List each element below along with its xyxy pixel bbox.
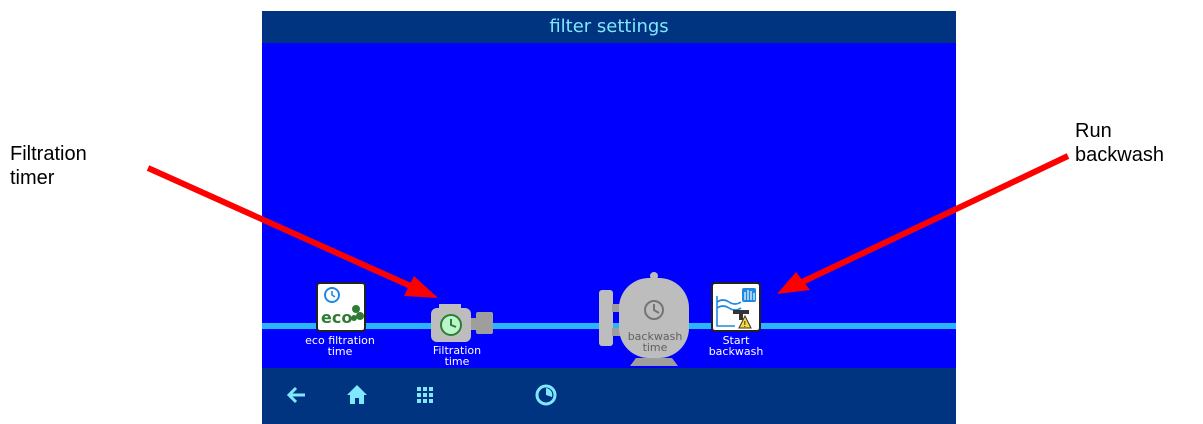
eco-label-line2: time — [327, 345, 353, 358]
menu-grid-button[interactable] — [408, 378, 442, 412]
annotation-left: Filtration timer — [10, 142, 87, 190]
grid-menu-icon — [417, 387, 433, 403]
bottom-nav-bar — [262, 368, 956, 424]
back-button[interactable] — [280, 378, 314, 412]
timer-status-icon — [535, 384, 557, 406]
eco-timer-icon: eco — [316, 282, 366, 332]
timer-status-button[interactable] — [529, 378, 563, 412]
eco-filtration-time-button[interactable]: eco — [316, 282, 366, 332]
filtration-label-line2: time — [444, 355, 470, 368]
svg-text:eco: eco — [321, 308, 352, 327]
annotation-right: Run backwash — [1075, 119, 1164, 167]
start-backwash-line2: backwash — [708, 345, 764, 358]
annotation-left-line1: Filtration — [10, 143, 87, 165]
filtration-time-button[interactable] — [429, 302, 495, 344]
start-backwash-button[interactable]: ! — [711, 282, 761, 332]
page-title: filter settings — [262, 11, 956, 43]
eco-filtration-time-label: eco filtration time — [290, 335, 390, 357]
annotation-left-line2: timer — [10, 167, 55, 189]
back-arrow-icon — [286, 386, 305, 404]
home-button[interactable] — [340, 378, 374, 412]
pump-timer-icon — [431, 304, 493, 342]
svg-text:!: ! — [743, 320, 746, 329]
home-icon — [347, 385, 367, 404]
hand-valve-icon: ! — [711, 282, 761, 332]
annotation-right-line1: Run — [1075, 120, 1112, 142]
filtration-time-label: Filtration time — [407, 345, 507, 367]
device-screen: filter settings eco eco filtration time … — [262, 11, 956, 424]
annotation-right-line2: backwash — [1075, 144, 1164, 166]
start-backwash-label: Start backwash — [686, 335, 786, 357]
